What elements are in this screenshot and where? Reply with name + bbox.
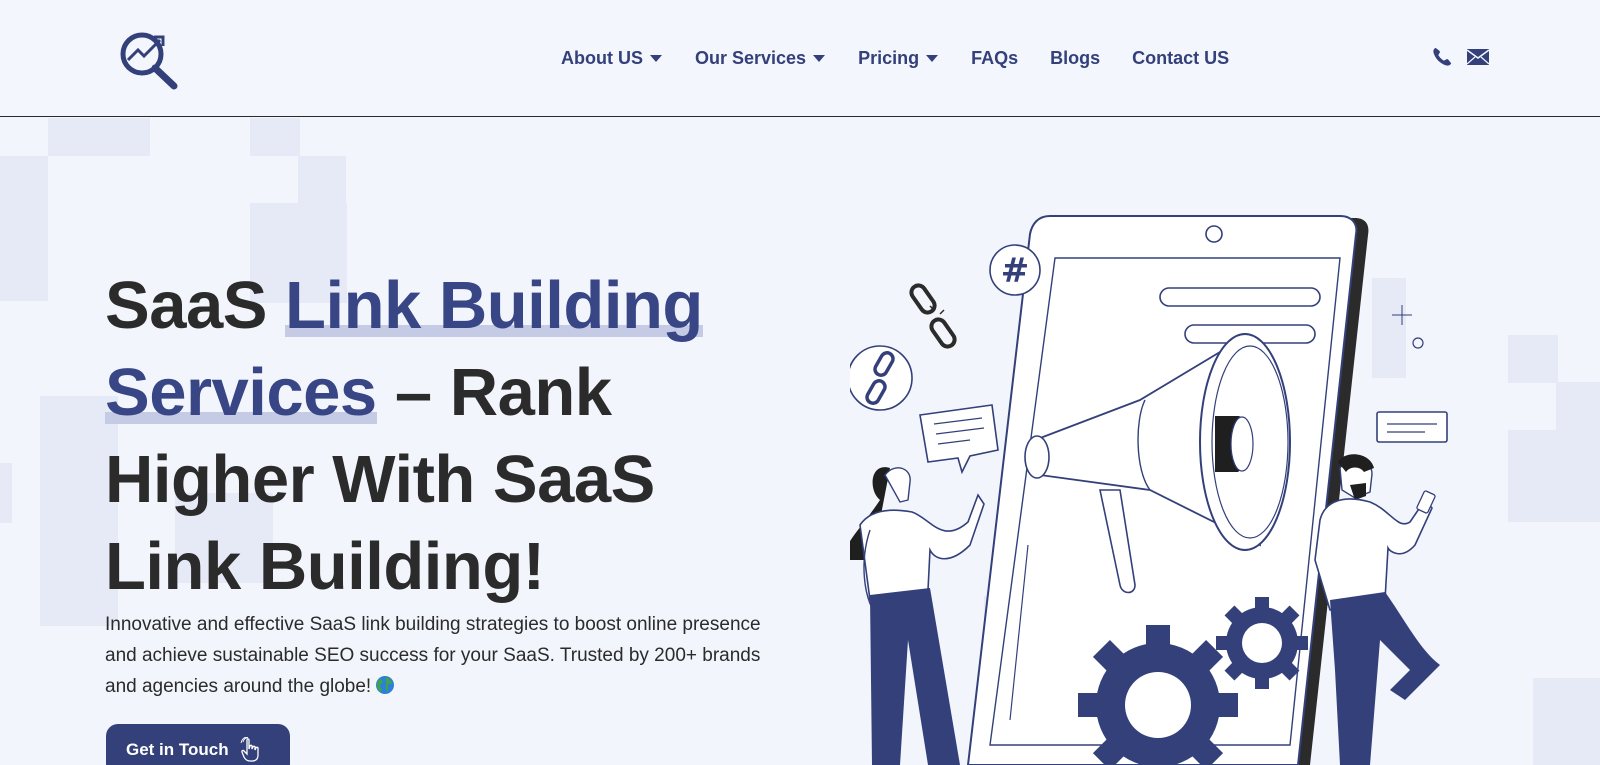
- hero-title-highlight: Services: [105, 355, 377, 430]
- get-in-touch-button[interactable]: Get in Touch: [106, 724, 290, 765]
- nav-item-label: Our Services: [694, 47, 807, 68]
- hero-illustration: #: [850, 215, 1448, 765]
- nav-faqs[interactable]: FAQs: [971, 48, 1018, 69]
- chat-bubble-icon: [919, 404, 999, 475]
- nav-contact-us[interactable]: Contact US: [1132, 48, 1229, 69]
- nav-item-label: Blogs: [1050, 47, 1101, 68]
- nav-item-label: Contact US: [1132, 47, 1230, 68]
- hashtag-icon: #: [989, 244, 1041, 296]
- woman-illustration: [850, 467, 985, 765]
- hero-description: Innovative and effective SaaS link build…: [105, 609, 785, 702]
- hero-title-part1: SaaS: [105, 268, 286, 343]
- caret-down-icon: [813, 55, 826, 62]
- hero-description-text: Innovative and effective SaaS link build…: [105, 614, 761, 697]
- nav-our-services[interactable]: Our Services: [695, 48, 826, 69]
- nav-item-label: Pricing: [858, 47, 920, 68]
- globe-icon: [376, 676, 395, 694]
- pointing-hand-icon: [240, 737, 259, 762]
- nav-item-label: About US: [561, 47, 643, 68]
- caret-down-icon: [649, 55, 662, 62]
- svg-text:#: #: [1001, 251, 1030, 291]
- chain-link-icon: [909, 283, 957, 349]
- nav-blogs[interactable]: Blogs: [1050, 48, 1100, 69]
- sparkle-icon: [1392, 305, 1424, 349]
- site-header: About US Our Services Pricing FAQs Blogs…: [0, 0, 1600, 117]
- nav-about-us[interactable]: About US: [561, 48, 663, 69]
- mail-icon[interactable]: [1466, 46, 1490, 68]
- cta-label: Get in Touch: [126, 740, 229, 759]
- header-contact-icons: [1430, 46, 1490, 68]
- nav-pricing[interactable]: Pricing: [858, 48, 939, 69]
- main-nav: About US Our Services Pricing FAQs Blogs…: [561, 44, 1261, 72]
- hero-title-highlight: Link Building: [285, 268, 703, 343]
- gear-icon: [1216, 597, 1308, 689]
- nav-item-label: FAQs: [971, 47, 1019, 68]
- card-icon: [1376, 411, 1448, 443]
- logo-icon[interactable]: [116, 26, 182, 90]
- hero-title: SaaS Link Building Services – Rank Higher…: [105, 262, 805, 610]
- broken-link-icon: [850, 345, 913, 411]
- phone-icon[interactable]: [1430, 46, 1454, 68]
- caret-down-icon: [926, 55, 939, 62]
